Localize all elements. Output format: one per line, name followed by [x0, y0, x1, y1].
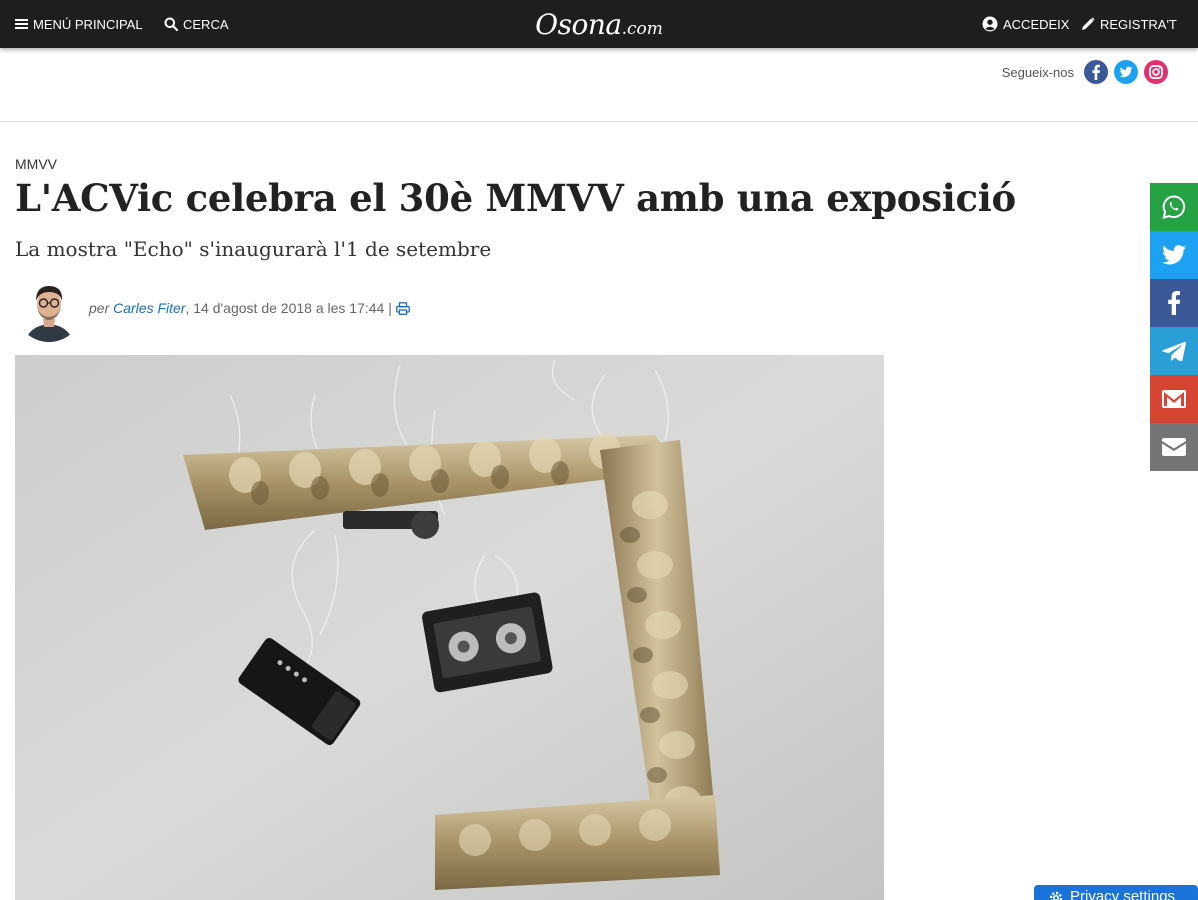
pencil-icon: [1082, 17, 1095, 30]
login-label: ACCEDEIX: [1003, 16, 1070, 32]
gmail-share-button[interactable]: [1150, 375, 1198, 423]
main-menu-label: MENÚ PRINCIPAL: [33, 16, 143, 32]
follow-label: Segueix-nos: [1001, 64, 1074, 80]
byline-text: per Carles Fiter, 14 d'agost de 2018 a l…: [89, 300, 410, 316]
whatsapp-icon: [1162, 195, 1186, 219]
register-button[interactable]: REGISTRA'T: [1081, 0, 1177, 48]
whatsapp-share-button[interactable]: [1150, 183, 1198, 231]
email-share-button[interactable]: [1150, 423, 1198, 471]
print-icon[interactable]: [395, 302, 410, 315]
top-navigation-bar: MENÚ PRINCIPAL CERCA Osona .com ACCEDEIX…: [0, 0, 1198, 48]
share-bar: [1150, 183, 1198, 471]
article-date: , 14 d'agost de 2018 a les 17:44 |: [185, 300, 392, 316]
telegram-share-button[interactable]: [1150, 327, 1198, 375]
article-title: L'ACVic celebra el 30è MMVV amb una expo…: [15, 176, 1016, 220]
site-logo[interactable]: Osona .com: [535, 8, 663, 41]
twitter-icon: [1162, 245, 1186, 265]
article-subtitle: La mostra "Echo" s'inaugurarà l'1 de set…: [15, 237, 492, 261]
telegram-icon: [1162, 341, 1186, 361]
gear-icon: [1049, 891, 1063, 900]
facebook-share-button[interactable]: [1150, 279, 1198, 327]
header-divider: [0, 121, 1198, 122]
search-icon: [164, 17, 178, 31]
author-avatar[interactable]: [15, 274, 83, 342]
email-icon: [1162, 438, 1186, 456]
byline: per Carles Fiter, 14 d'agost de 2018 a l…: [15, 274, 410, 342]
instagram-icon[interactable]: [1144, 60, 1168, 84]
register-label: REGISTRA'T: [1100, 16, 1177, 32]
main-menu-button[interactable]: MENÚ PRINCIPAL: [15, 0, 143, 48]
gmail-icon: [1162, 390, 1186, 408]
logo-tld-text: .com: [621, 18, 663, 39]
search-label: CERCA: [183, 16, 229, 32]
user-circle-icon: [982, 16, 998, 32]
search-button[interactable]: CERCA: [164, 0, 229, 48]
article-photo: [15, 355, 884, 900]
section-label[interactable]: MMVV: [15, 156, 57, 172]
social-follow: Segueix-nos: [1002, 60, 1168, 84]
byline-prefix: per: [89, 300, 110, 316]
privacy-settings-button[interactable]: Privacy settings: [1034, 885, 1198, 900]
privacy-settings-label: Privacy settings: [1070, 888, 1176, 900]
facebook-icon[interactable]: [1084, 60, 1108, 84]
twitter-icon[interactable]: [1114, 60, 1138, 84]
twitter-share-button[interactable]: [1150, 231, 1198, 279]
logo-main-text: Osona: [535, 7, 622, 41]
author-link[interactable]: Carles Fiter: [113, 300, 185, 316]
hamburger-icon: [15, 19, 28, 29]
facebook-icon: [1168, 291, 1181, 315]
login-button[interactable]: ACCEDEIX: [982, 0, 1069, 48]
